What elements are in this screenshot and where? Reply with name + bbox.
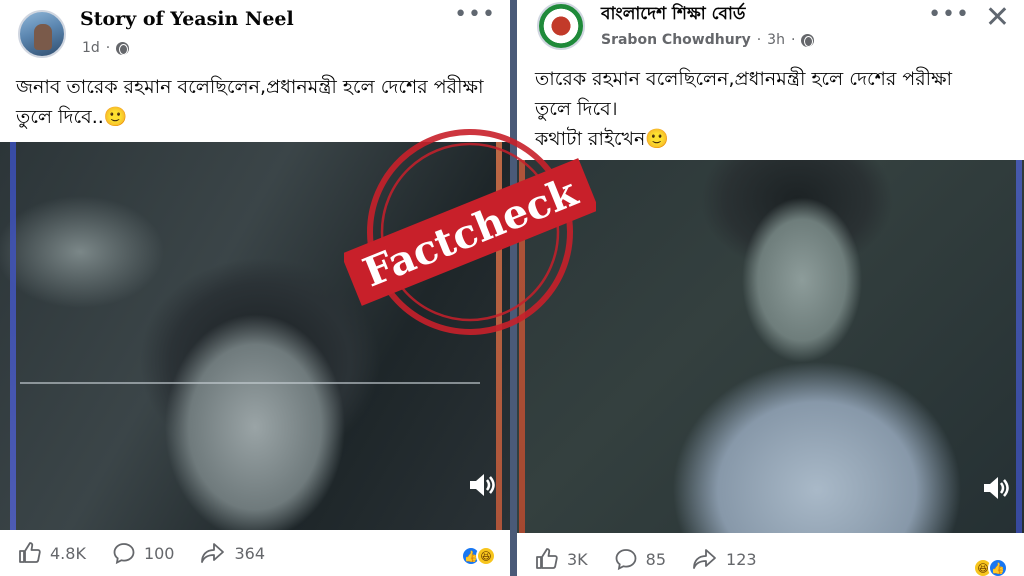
share-button[interactable]: 364 [200,541,265,565]
share-count: 123 [726,549,757,569]
share-icon [201,543,225,563]
like-count: 3K [567,549,588,569]
like-count: 4.8K [50,543,86,563]
like-button[interactable]: 4.8K [18,541,86,565]
post-actions: 4.8K 100 364 👍 😆 [0,532,510,574]
haha-reaction-icon: 😆 [476,546,496,566]
like-icon [536,548,558,569]
post-meta: Srabon Chowdhury · 3h · [601,32,815,48]
share-count: 364 [234,543,266,563]
post-time[interactable]: 1d [82,40,100,56]
share-icon [693,549,716,569]
comment-count: 100 [143,543,175,563]
comment-icon [113,543,135,565]
post-author[interactable]: Srabon Chowdhury [601,32,751,48]
post-meta: 1d · [82,40,130,56]
page-avatar[interactable] [537,2,585,50]
comment-button[interactable]: 85 [614,547,666,571]
comment-button[interactable]: 100 [112,541,175,565]
reaction-summary[interactable]: 😆 👍 [973,558,1008,576]
post-caption: তারেক রহমান বলেছিলেন,প্রধানমন্ত্রী হলে দ… [535,68,953,150]
close-icon[interactable]: ✕ [985,0,1010,35]
post-header: বাংলাদেশ শিক্ষা বোর্ড Srabon Chowdhury ·… [517,0,1024,64]
volume-icon[interactable] [980,473,1010,503]
stamp-text: Factcheck [357,168,585,297]
globe-icon [801,33,815,47]
like-button[interactable]: 3K [535,547,588,571]
comment-icon [615,549,637,571]
post-actions: 3K 85 123 😆 👍 [517,538,1024,576]
like-reaction-icon: 👍 [988,558,1008,576]
more-options-icon[interactable]: ••• [928,4,970,26]
post-header: Story of Yeasin Neel 1d · ••• [0,0,510,64]
factcheck-stamp: Factcheck [344,129,596,335]
globe-icon [116,41,130,55]
page-avatar[interactable] [18,10,66,58]
more-options-icon[interactable]: ••• [454,4,496,26]
volume-icon[interactable] [466,470,496,500]
page-name[interactable]: Story of Yeasin Neel [80,8,294,30]
post-time[interactable]: 3h [767,32,785,48]
share-button[interactable]: 123 [692,547,757,571]
reaction-summary[interactable]: 👍 😆 [461,546,496,566]
comment-count: 85 [645,549,667,569]
like-icon [19,542,41,563]
page-name[interactable]: বাংলাদেশ শিক্ষা বোর্ড [601,1,745,29]
